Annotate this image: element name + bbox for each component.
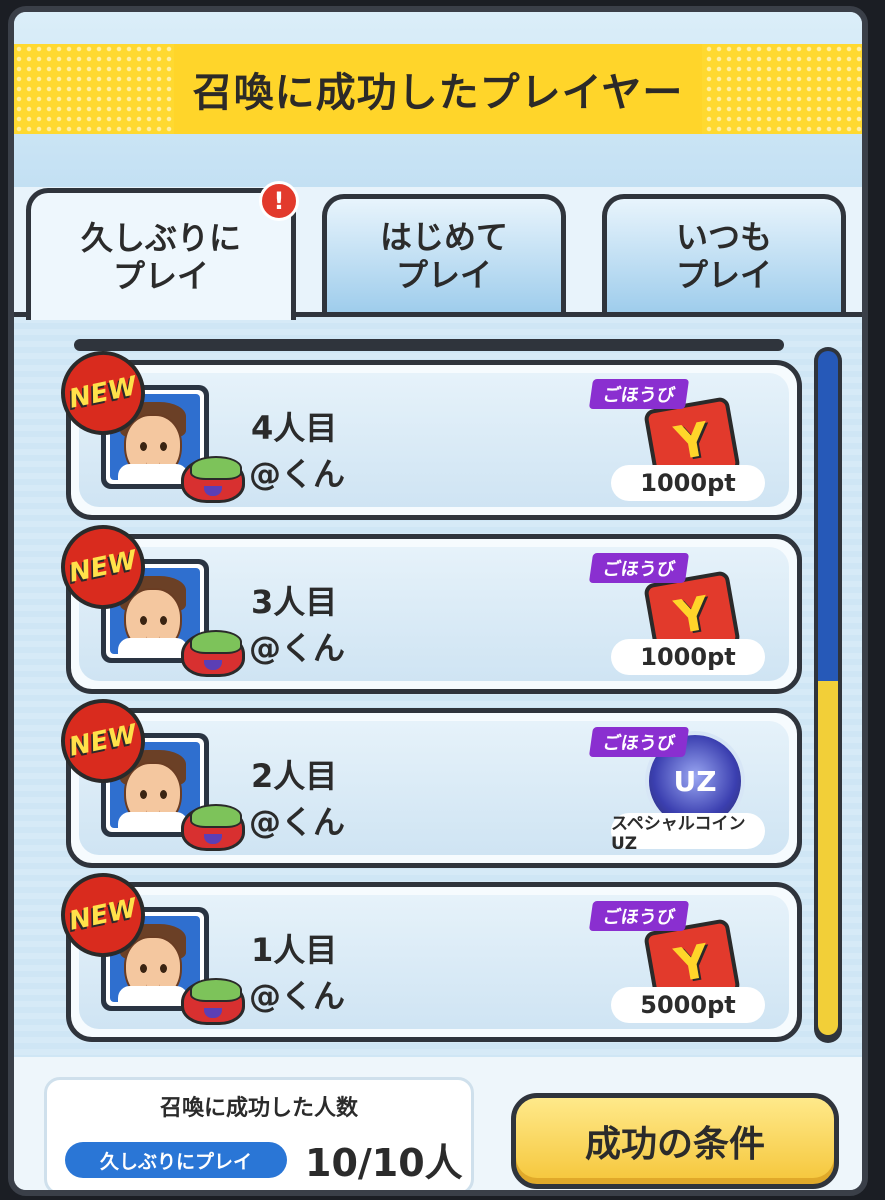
category-pill: 久しぶりにプレイ xyxy=(65,1142,287,1178)
reward-amount: スペシャルコインUZ xyxy=(611,813,765,854)
tab-first-time[interactable]: はじめて プレイ xyxy=(322,194,566,312)
success-conditions-button[interactable]: 成功の条件 xyxy=(511,1093,839,1189)
success-count: 10/10人 xyxy=(305,1141,463,1185)
yokai-slime-icon xyxy=(181,978,245,1025)
list-top-rail xyxy=(74,339,784,351)
reward-tag: ごほうび xyxy=(588,727,690,757)
player-rank: 1人目 xyxy=(251,931,338,969)
player-card[interactable]: NEW 1人目 @くん ごほうび Y 5000pt xyxy=(53,865,802,1042)
tab-label: 久しぶりに プレイ xyxy=(80,218,241,295)
player-name: @くん xyxy=(249,803,346,841)
notification-badge: ! xyxy=(259,181,299,221)
count-title: 召喚に成功した人数 xyxy=(159,1096,358,1121)
player-card[interactable]: NEW 2人目 @くん ごほうび UZ スペシャルコインUZ xyxy=(53,691,802,868)
player-rank: 3人目 xyxy=(251,583,338,621)
reward-amount: 1000pt xyxy=(611,639,765,675)
reward-amount: 5000pt xyxy=(611,987,765,1023)
player-rank: 2人目 xyxy=(251,757,338,795)
page-title: 召喚に成功したプレイヤー xyxy=(192,70,684,116)
title-banner: 召喚に成功したプレイヤー xyxy=(14,44,862,134)
reward-tag: ごほうび xyxy=(588,901,690,931)
tab-label: いつも プレイ xyxy=(675,217,772,294)
summary-footer: 召喚に成功した人数 久しぶりにプレイ 10/10人 成功の条件 xyxy=(14,1057,862,1190)
player-rank: 4人目 xyxy=(251,409,338,447)
tab-long-time[interactable]: 久しぶりに プレイ ! xyxy=(26,181,299,320)
yokai-slime-icon xyxy=(181,456,245,503)
player-name: @くん xyxy=(249,629,346,667)
tab-always[interactable]: いつも プレイ xyxy=(602,194,846,312)
scrollbar-thumb[interactable] xyxy=(818,681,838,1035)
player-name: @くん xyxy=(249,455,346,493)
yokai-slime-icon xyxy=(181,804,245,851)
reward-tag: ごほうび xyxy=(588,553,690,583)
reward-tag: ごほうび xyxy=(588,379,690,409)
scrollbar[interactable] xyxy=(814,347,842,1043)
player-name: @くん xyxy=(249,977,346,1015)
reward-amount: 1000pt xyxy=(611,465,765,501)
summon-result-panel: 召喚に成功したプレイヤー 久しぶりに プレイ ! はじめて プレイ いつも プレ… xyxy=(8,6,868,1196)
tab-label: はじめて プレイ xyxy=(379,217,508,294)
yokai-slime-icon xyxy=(181,630,245,677)
player-card[interactable]: NEW 3人目 @くん ごほうび Y 1000pt xyxy=(53,517,802,694)
success-count-box: 召喚に成功した人数 久しぶりにプレイ 10/10人 xyxy=(44,1077,474,1190)
player-card[interactable]: NEW 4人目 @くん ごほうび Y 1000pt xyxy=(53,343,802,520)
